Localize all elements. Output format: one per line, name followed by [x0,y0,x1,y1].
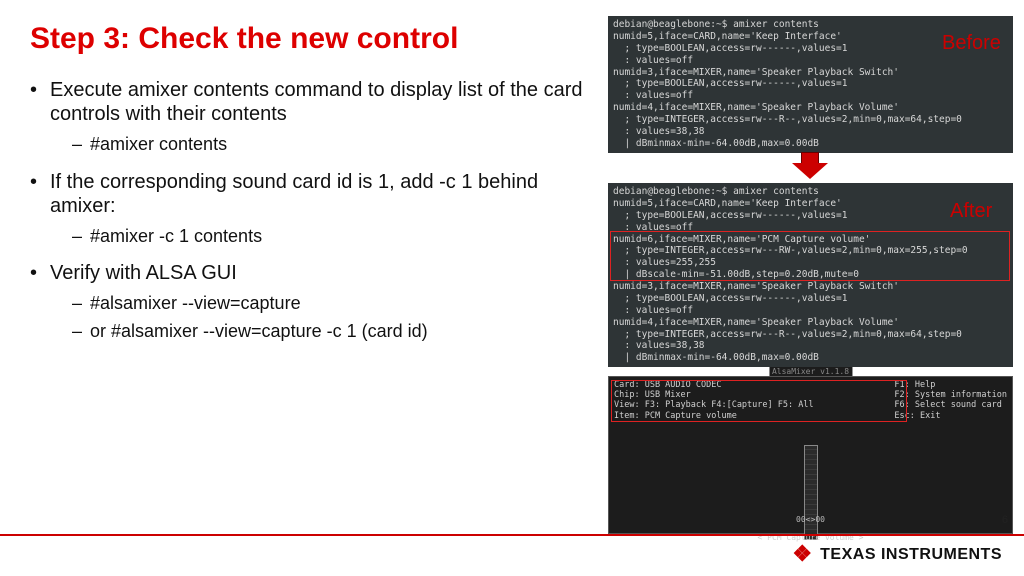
bullet-3-text: Verify with ALSA GUI [50,262,237,284]
am-f1: F1: Help [894,380,1007,390]
bullet-3a: #alsamixer --view=capture [50,293,590,315]
content-area: Execute amixer contents command to displ… [30,78,590,356]
am-view: View: F3: Playback F4:[Capture] F5: All [614,400,814,410]
page-number: 6 [1002,514,1008,526]
am-f6: F6: Select sound card [894,400,1007,410]
am-chip: Chip: USB Mixer [614,390,814,400]
footer-divider [0,534,1024,536]
bullet-1-text: Execute amixer contents command to displ… [50,79,582,125]
alsamixer-title: AlsaMixer v1.1.8 [769,367,852,376]
bullet-2: If the corresponding sound card id is 1,… [30,170,590,248]
alsamixer-panel: AlsaMixer v1.1.8 Card: USB AUDIO CODEC C… [608,376,1013,534]
bullet-1a: #amixer contents [50,134,590,156]
am-f2: F2: System information [894,390,1007,400]
am-item: Item: PCM Capture volume [614,411,814,421]
label-before: Before [942,32,1001,55]
ti-chip-icon: ❖ [792,541,812,567]
bullet-1: Execute amixer contents command to displ… [30,78,590,156]
bullet-3: Verify with ALSA GUI #alsamixer --view=c… [30,261,590,342]
alsamixer-body: 00<>00 < PCM Capture volume > [609,424,1012,544]
ti-logo: ❖ TEXAS INSTRUMENTS [792,542,1002,568]
slide: Step 3: Check the new control Execute am… [0,0,1024,576]
bullet-2-text: If the corresponding sound card id is 1,… [50,171,538,217]
bullet-3b: or #alsamixer --view=capture -c 1 (card … [50,321,590,343]
am-card: Card: USB AUDIO CODEC [614,380,814,390]
alsamixer-header: Card: USB AUDIO CODEC Chip: USB Mixer Vi… [609,377,1012,424]
label-after: After [950,200,992,223]
db-value: 00<>00 [796,515,825,524]
volume-bar [804,445,818,540]
bullet-2a: #amixer -c 1 contents [50,226,590,248]
am-esc: Esc: Exit [894,411,1007,421]
ti-company-name: TEXAS INSTRUMENTS [820,546,1002,564]
arrow-head-icon [792,163,828,179]
